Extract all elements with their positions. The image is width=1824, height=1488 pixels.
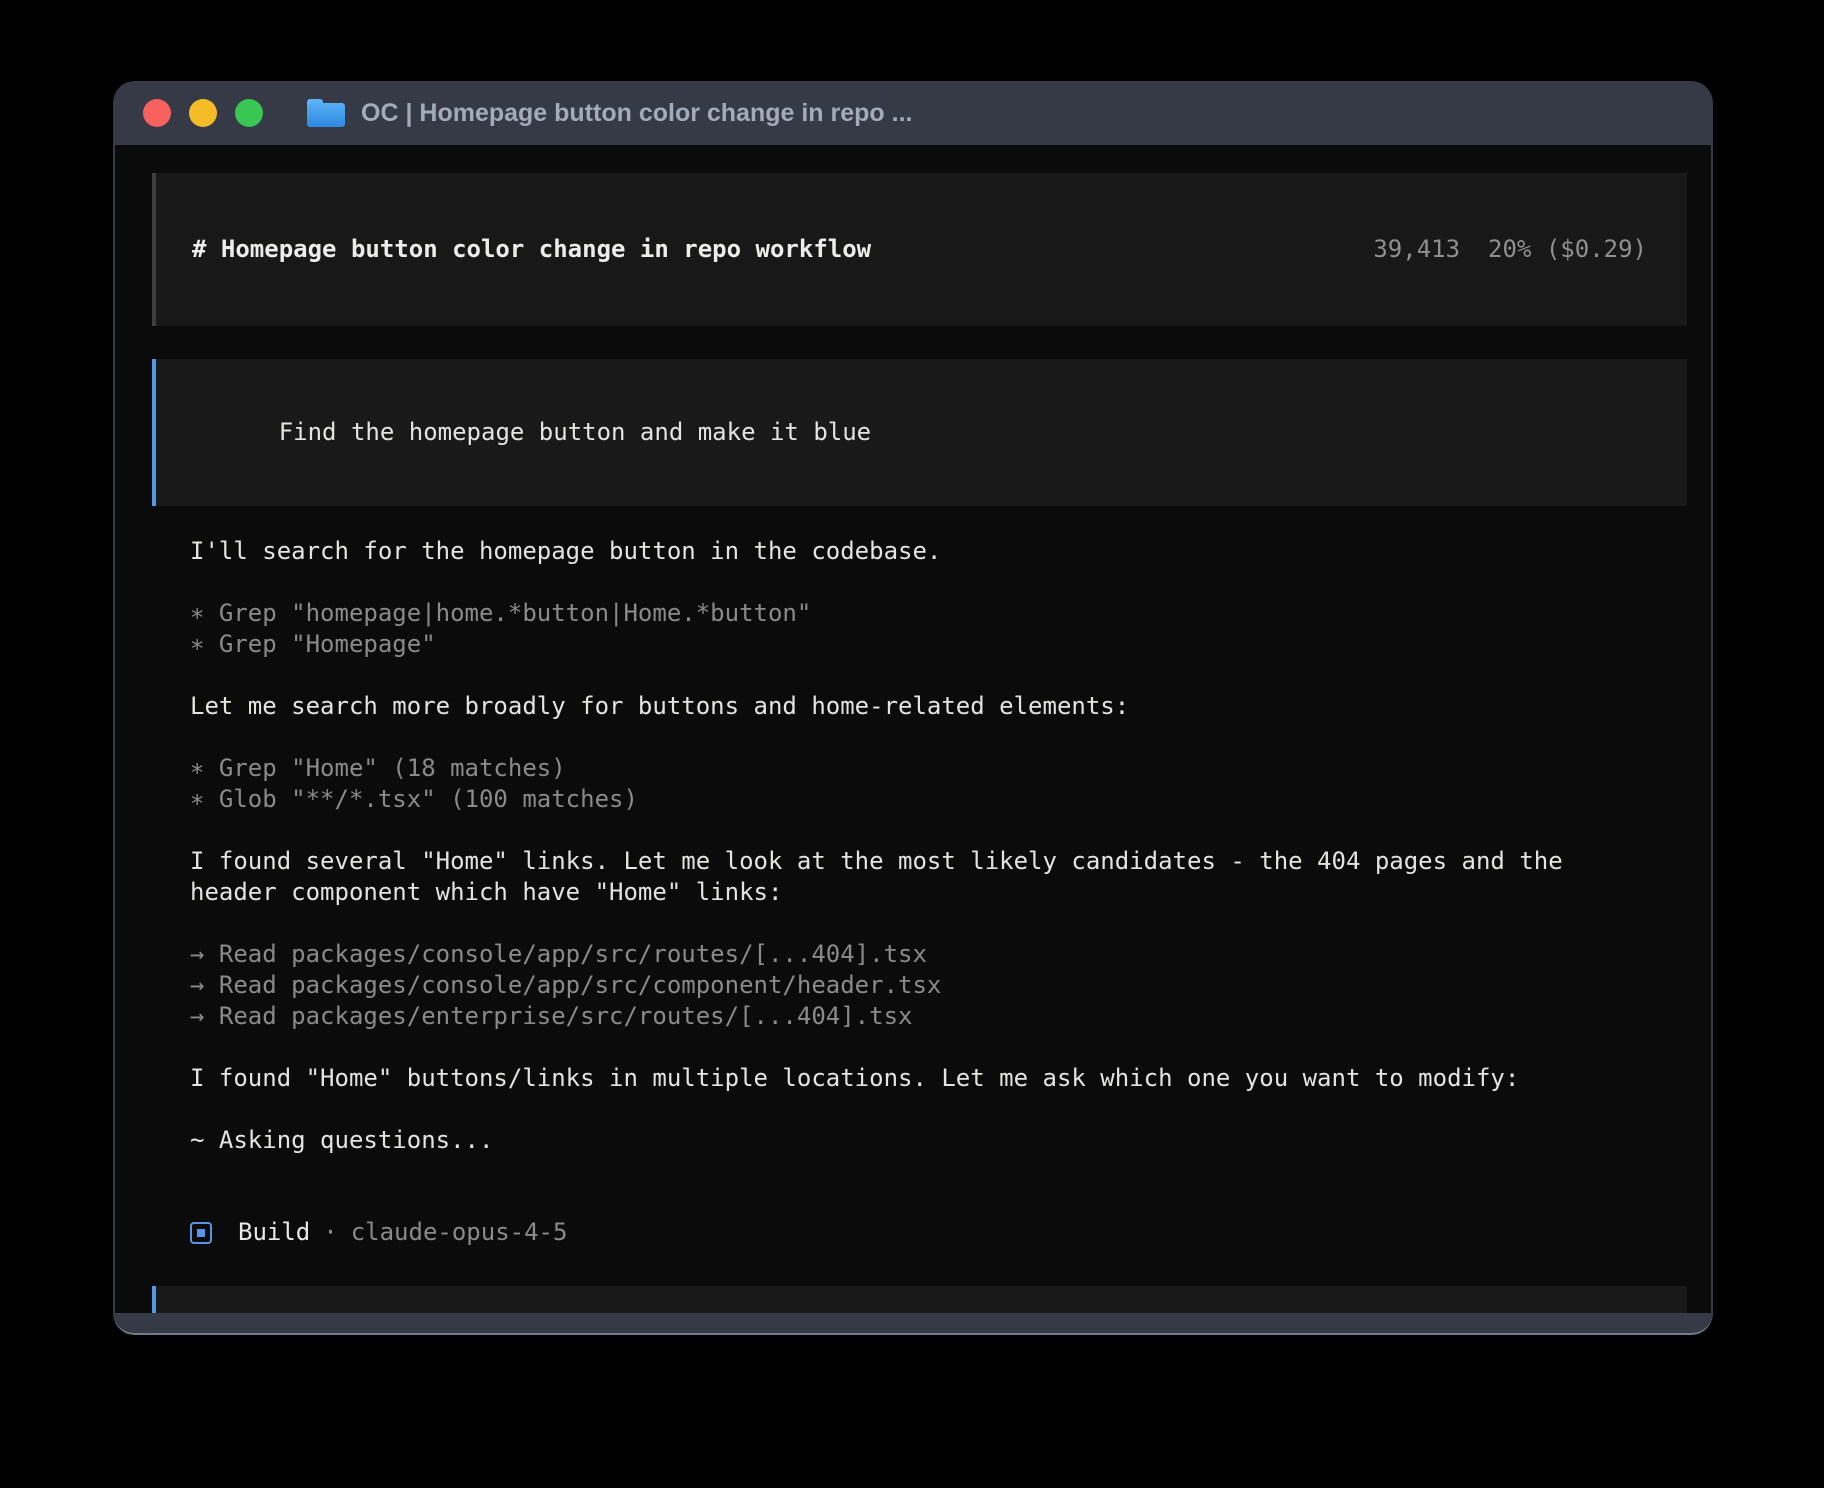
agent-row: Build · claude-opus-4-5 (190, 1217, 1620, 1248)
chat-line: ∗ Glob "**/*.tsx" (100 matches) (190, 784, 1620, 815)
chat-line (190, 722, 1620, 753)
chat-line (190, 1156, 1620, 1187)
session-header: # Homepage button color change in repo w… (152, 173, 1687, 326)
window-bottom-strip (113, 1313, 1713, 1333)
terminal-window: OC | Homepage button color change in rep… (113, 81, 1713, 1335)
agent-model: claude-opus-4-5 (351, 1217, 568, 1248)
user-message: Find the homepage button and make it blu… (152, 359, 1687, 506)
chat-line: → Read packages/console/app/src/routes/[… (190, 939, 1620, 970)
chat-line: ∗ Grep "Homepage" (190, 629, 1620, 660)
chat-line: I'll search for the homepage button in t… (190, 536, 1620, 567)
chat-line (190, 1094, 1620, 1125)
agent-build-icon (190, 1222, 212, 1244)
context-usage: 20% ($0.29) (1488, 235, 1647, 263)
window-title: OC | Homepage button color change in rep… (361, 99, 912, 128)
terminal-content: # Homepage button color change in repo w… (115, 145, 1711, 1313)
session-title: # Homepage button color change in repo w… (192, 234, 871, 265)
zoom-button[interactable] (235, 99, 263, 127)
chat-line: → Read packages/console/app/src/componen… (190, 970, 1620, 1001)
minimize-button[interactable] (189, 99, 217, 127)
chat-line: Let me search more broadly for buttons a… (190, 691, 1620, 722)
session-stats: 39,413 20% ($0.29) (1258, 203, 1647, 296)
chat-line: → Read packages/enterprise/src/routes/[.… (190, 1001, 1620, 1032)
chat-line (190, 660, 1620, 691)
chat-transcript: I'll search for the homepage button in t… (190, 536, 1620, 1187)
chat-line: I found several "Home" links. Let me loo… (190, 846, 1620, 908)
chat-line: ~ Asking questions... (190, 1125, 1620, 1156)
folder-icon (307, 99, 345, 127)
agent-separator: · (323, 1217, 337, 1248)
close-button[interactable] (143, 99, 171, 127)
agent-status-section: Build · claude-opus-4-5 (190, 1217, 1620, 1248)
chat-line: ∗ Grep "Home" (18 matches) (190, 753, 1620, 784)
chat-line: ∗ Grep "homepage|home.*button|Home.*butt… (190, 598, 1620, 629)
prompt-input[interactable]: BuildClaude Opus 4.5OpenCode Zen (152, 1286, 1687, 1313)
chat-line (190, 1032, 1620, 1063)
agent-name: Build (238, 1217, 310, 1248)
traffic-lights (143, 99, 263, 127)
user-message-text: Find the homepage button and make it blu… (279, 418, 871, 446)
chat-line (190, 815, 1620, 846)
chat-line (190, 567, 1620, 598)
chat-line (190, 908, 1620, 939)
token-count: 39,413 (1373, 235, 1460, 263)
titlebar: OC | Homepage button color change in rep… (113, 81, 1713, 145)
chat-line: I found "Home" buttons/links in multiple… (190, 1063, 1620, 1094)
